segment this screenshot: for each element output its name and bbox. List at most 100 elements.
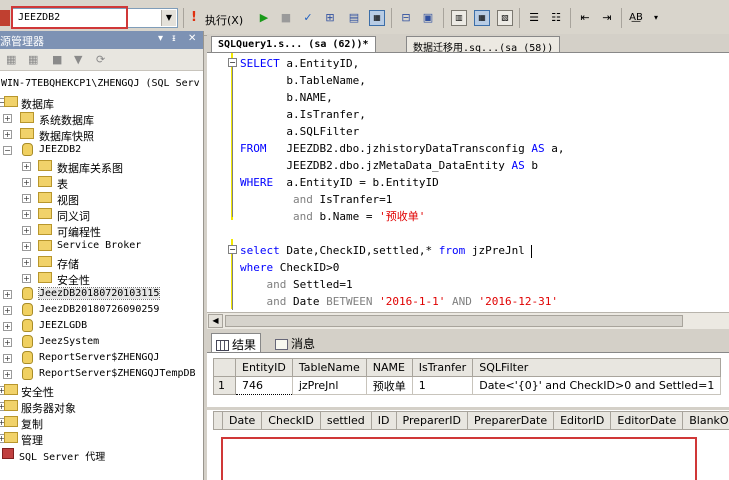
tree-node[interactable]: + 视图 <box>0 190 203 207</box>
tree-node[interactable]: + 安全性 <box>0 382 203 399</box>
expand-icon[interactable]: + <box>3 338 12 347</box>
grid-cell[interactable]: jzPreJnl <box>291 376 367 395</box>
tab-messages[interactable]: 消息 <box>271 333 319 352</box>
stop-icon[interactable]: ■ <box>278 10 294 26</box>
column-header[interactable]: TableName <box>291 358 367 377</box>
tree-node[interactable]: + Service Broker <box>0 238 203 254</box>
column-header[interactable]: EntityID <box>235 358 293 377</box>
uncomment-icon[interactable]: ☷ <box>548 10 564 26</box>
include-plan-icon[interactable]: ▣ <box>420 10 436 26</box>
tree-node[interactable]: + 数据库快照 <box>0 126 203 143</box>
indent-icon[interactable]: ⇥ <box>599 10 615 26</box>
column-header[interactable]: PreparerID <box>395 411 469 430</box>
expand-icon[interactable]: + <box>22 242 31 251</box>
column-header[interactable]: PreparerDate <box>467 411 555 430</box>
tree-node[interactable]: + 复制 <box>0 414 203 431</box>
text-results-icon[interactable]: ▦ <box>474 10 490 26</box>
sql-editor[interactable]: − − SELECT a.EntityID, b.TableName, b.NA… <box>207 52 729 312</box>
scrollbar-thumb[interactable] <box>225 315 683 327</box>
tree-node[interactable]: + 存储 <box>0 254 203 271</box>
column-header[interactable]: BlankOut <box>682 411 729 430</box>
grid-cell[interactable]: 1 <box>411 376 474 395</box>
tree-node[interactable]: + 系统数据库 <box>0 110 203 127</box>
tree-node[interactable]: + ReportServer$ZHENGQJ <box>0 350 203 366</box>
specify-values-icon[interactable]: A͟B <box>628 10 644 26</box>
tree-node[interactable]: + ReportServer$ZHENGQJTempDB <box>0 366 203 382</box>
execute-icon[interactable]: ! <box>191 10 197 25</box>
tree-node[interactable]: − 数据库 <box>0 94 203 111</box>
refresh-icon[interactable]: ⟳ <box>96 53 105 66</box>
column-header[interactable]: CheckID <box>261 411 321 430</box>
pin-icon[interactable]: ᵻ <box>172 33 176 44</box>
filter-icon[interactable]: ▼ <box>74 53 82 66</box>
tab-results[interactable]: 结果 <box>211 333 262 352</box>
outdent-icon[interactable]: ⇤ <box>577 10 593 26</box>
results-to-text-icon[interactable]: ▤ <box>346 10 362 26</box>
scroll-left-icon[interactable]: ◀ <box>208 314 223 328</box>
tree-node[interactable]: SQL Server 代理 <box>0 446 203 463</box>
parse-check-icon[interactable]: ✓ <box>300 10 316 26</box>
expand-icon[interactable]: + <box>22 194 31 203</box>
tree-node[interactable]: + JeezDB20180726090259 <box>0 302 203 318</box>
tree-node[interactable]: + 可编程性 <box>0 222 203 239</box>
stop-icon[interactable]: ■ <box>52 53 62 66</box>
comment-icon[interactable]: ☰ <box>526 10 542 26</box>
expand-icon[interactable]: + <box>22 178 31 187</box>
tree-node[interactable]: + 安全性 <box>0 270 203 287</box>
collapse-icon[interactable]: − <box>228 245 237 254</box>
column-header[interactable]: EditorID <box>553 411 612 430</box>
collapse-icon[interactable]: − <box>3 146 12 155</box>
expand-icon[interactable]: + <box>3 322 12 331</box>
grid-cell[interactable]: Date<'{0}' and CheckID>0 and Settled=1 <box>472 376 722 395</box>
connect-icon[interactable]: ▦ <box>6 53 16 66</box>
tree-node[interactable]: + JeezSystem <box>0 334 203 350</box>
tree-node[interactable]: − JEEZDB2 <box>0 142 203 158</box>
tree-node[interactable]: + JEEZLGDB <box>0 318 203 334</box>
tree-node[interactable]: + 表 <box>0 174 203 191</box>
tree-node-selected[interactable]: + JeezDB20180720103115 <box>0 286 203 302</box>
column-header[interactable]: IsTranfer <box>411 358 474 377</box>
results-to-grid-icon[interactable]: ▦ <box>369 10 385 26</box>
expand-icon[interactable]: + <box>3 130 12 139</box>
column-header[interactable]: NAME <box>365 358 413 377</box>
column-header[interactable]: Date <box>221 411 263 430</box>
tree-node[interactable]: + 服务器对象 <box>0 398 203 415</box>
grid-cell[interactable]: 746 <box>235 376 293 395</box>
client-stats-icon[interactable]: ▥ <box>451 10 467 26</box>
execute-button[interactable]: 执行(X) <box>205 12 243 28</box>
expand-icon[interactable]: + <box>3 354 12 363</box>
row-number[interactable]: 1 <box>213 376 236 395</box>
expand-icon[interactable]: + <box>22 226 31 235</box>
debug-play-icon[interactable]: ▶ <box>256 10 272 26</box>
tree-node-server[interactable]: WIN-7TEBQHEKCP1\ZHENGQJ (SQL Serv <box>0 76 203 94</box>
column-header[interactable]: SQLFilter <box>472 358 722 377</box>
column-header[interactable]: EditorDate <box>610 411 684 430</box>
expand-icon[interactable]: + <box>3 306 12 315</box>
query-design-icon[interactable]: ⊞ <box>322 10 338 26</box>
estimated-plan-icon[interactable]: ⊟ <box>398 10 414 26</box>
tree-node[interactable]: + 同义词 <box>0 206 203 223</box>
column-header[interactable]: ID <box>370 411 397 430</box>
expand-icon[interactable]: + <box>3 114 12 123</box>
tree-node[interactable]: + 数据库关系图 <box>0 158 203 175</box>
file-results-icon[interactable]: ▧ <box>497 10 513 26</box>
disconnect-icon[interactable]: ▦ <box>28 53 38 66</box>
expand-icon[interactable]: + <box>22 162 31 171</box>
expand-icon[interactable]: + <box>22 274 31 283</box>
close-icon[interactable]: ✕ <box>188 33 196 44</box>
chevron-down-icon[interactable]: ▼ <box>161 10 176 26</box>
expand-icon[interactable]: + <box>3 370 12 379</box>
tree-node[interactable]: + 管理 <box>0 430 203 447</box>
grid-cell[interactable]: 预收单 <box>365 376 413 395</box>
grid-splitter[interactable] <box>207 407 729 410</box>
collapse-icon[interactable]: − <box>228 58 237 67</box>
editor-horizontal-scrollbar[interactable]: ◀ <box>207 312 729 329</box>
expand-icon[interactable]: + <box>22 258 31 267</box>
expand-icon[interactable]: + <box>22 210 31 219</box>
toolbar-overflow-icon[interactable]: ▾ <box>648 10 664 26</box>
dropdown-icon[interactable]: ▾ <box>158 33 163 44</box>
expand-icon[interactable]: + <box>3 290 12 299</box>
tab-sqlquery1[interactable]: SQLQuery1.s... (sa (62))* <box>211 36 376 53</box>
column-header[interactable]: settled <box>319 411 372 430</box>
tab-data-migration[interactable]: 数据迁移用.sq...(sa (58)) <box>406 36 561 54</box>
